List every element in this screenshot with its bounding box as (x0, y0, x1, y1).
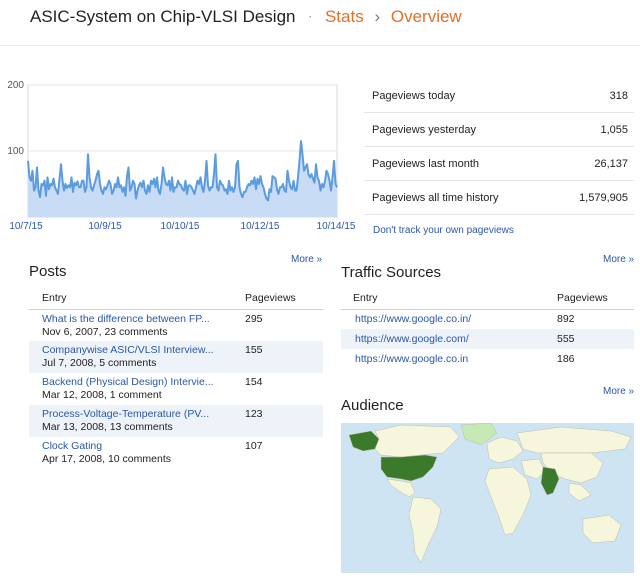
chart-x-tick-label: 10/10/15 (161, 221, 200, 232)
stat-label: Pageviews all time history (372, 191, 499, 204)
traffic-sources-title: Traffic Sources (341, 264, 442, 281)
stat-row-yesterday: Pageviews yesterday 1,055 (364, 113, 634, 147)
chart-x-tick-label: 10/7/15 (9, 221, 43, 232)
map-australia (582, 514, 622, 544)
traffic-sources-table: Entry Pageviews https://www.google.co.in… (341, 291, 634, 369)
traffic-pageviews: 555 (555, 329, 634, 349)
traffic-pageviews: 892 (557, 313, 575, 326)
breadcrumb: ASIC-System on Chip-VLSI Design · Stats … (30, 7, 462, 27)
post-meta: Mar 12, 2008, 1 comment (42, 389, 162, 401)
table-row: Backend (Physical Design) Intervie... Mar… (29, 373, 323, 405)
post-meta: Jul 7, 2008, 5 comments (42, 357, 157, 369)
table-row: What is the difference between FP... Nov … (29, 309, 323, 341)
post-pageviews: 154 (245, 376, 263, 388)
stat-value: 1,055 (600, 123, 628, 136)
traffic-source-link[interactable]: https://www.google.co.in/ (355, 313, 471, 325)
table-row: Process-Voltage-Temperature (PV... Mar 13… (29, 405, 323, 437)
map-usa (380, 454, 438, 482)
post-pageviews: 123 (241, 405, 323, 437)
post-title-link[interactable]: What is the difference between FP... (42, 313, 240, 325)
audience-world-map[interactable] (341, 423, 634, 573)
audience-title: Audience (341, 397, 404, 414)
map-alaska (348, 430, 380, 452)
map-africa (484, 466, 532, 536)
table-row: Clock Gating Apr 17, 2008, 10 comments 10… (29, 437, 323, 469)
breadcrumb-separator: · (308, 9, 313, 23)
map-middle-east (520, 458, 546, 480)
post-meta: Apr 17, 2008, 10 comments (42, 453, 171, 465)
posts-col-pageviews: Pageviews (241, 291, 323, 310)
table-row: https://www.google.co.in 186 (341, 349, 634, 369)
chart-y-tick-label: 100 (7, 146, 24, 157)
stats-summary: Pageviews today 318 Pageviews yesterday … (364, 79, 634, 215)
breadcrumb-stats[interactable]: Stats (325, 7, 364, 26)
world-map-svg (348, 423, 632, 564)
traffic-header-row: Entry Pageviews (341, 291, 634, 310)
chart-x-tick-label: 10/14/15 (317, 221, 356, 232)
posts-table: Entry Pageviews What is the difference b… (29, 291, 323, 469)
breadcrumb-overview: Overview (390, 7, 462, 26)
post-pageviews: 107 (245, 440, 263, 452)
table-row: https://www.google.com/ 555 (341, 329, 634, 349)
map-canada (374, 424, 460, 458)
table-row: Companywise ASIC/VLSI Interview... Jul 7,… (29, 341, 323, 373)
chart-y-tick-label: 200 (7, 80, 24, 91)
map-central-america (386, 478, 416, 498)
stat-label: Pageviews last month (372, 157, 479, 170)
post-title-link[interactable]: Process-Voltage-Temperature (PV... (42, 408, 240, 420)
stat-label: Pageviews today (372, 89, 456, 102)
stat-row-all-time: Pageviews all time history 1,579,905 (364, 181, 634, 215)
pageviews-chart-svg: 200 100 10/7/15 10/9/15 10/10/15 10/12/15 10/1… (7, 80, 356, 232)
pageviews-chart: 200 100 10/7/15 10/9/15 10/10/15 10/12/15 10/1… (0, 72, 360, 237)
posts-title: Posts (29, 263, 67, 280)
stat-label: Pageviews yesterday (372, 123, 476, 136)
traffic-source-link[interactable]: https://www.google.co.in (355, 353, 468, 365)
audience-more-link[interactable]: More » (603, 386, 634, 397)
dont-track-link[interactable]: Don't track your own pageviews (373, 225, 514, 236)
posts-header-row: Entry Pageviews (29, 291, 323, 310)
posts-more-link[interactable]: More » (291, 254, 322, 265)
posts-col-entry: Entry (29, 291, 241, 310)
post-title-link[interactable]: Companywise ASIC/VLSI Interview... (42, 344, 240, 356)
post-pageviews: 295 (245, 312, 263, 325)
post-title-link[interactable]: Backend (Physical Design) Intervie... (42, 376, 240, 388)
post-meta: Nov 6, 2007, 23 comments (42, 325, 168, 338)
table-row: https://www.google.co.in/ 892 (341, 309, 634, 329)
traffic-pageviews: 186 (557, 353, 575, 365)
stat-value: 318 (609, 89, 628, 102)
stat-value: 26,137 (594, 157, 628, 170)
traffic-more-link[interactable]: More » (603, 254, 634, 265)
stat-value: 1,579,905 (579, 191, 628, 204)
page-header: ASIC-System on Chip-VLSI Design · Stats … (0, 0, 640, 46)
map-south-america (408, 496, 442, 564)
post-pageviews: 155 (241, 341, 323, 373)
chart-x-tick-label: 10/12/15 (241, 221, 280, 232)
stat-row-last-month: Pageviews last month 26,137 (364, 147, 634, 181)
traffic-col-pageviews: Pageviews (555, 291, 634, 310)
traffic-col-entry: Entry (341, 291, 555, 310)
breadcrumb-arrow: › (374, 7, 381, 26)
blog-title[interactable]: ASIC-System on Chip-VLSI Design (30, 7, 296, 26)
map-europe (486, 436, 524, 464)
map-russia (516, 426, 632, 454)
post-title-link[interactable]: Clock Gating (42, 440, 240, 452)
map-se-asia (568, 482, 592, 502)
traffic-source-link[interactable]: https://www.google.com/ (355, 333, 469, 345)
chart-x-tick-label: 10/9/15 (88, 221, 122, 232)
stat-row-today: Pageviews today 318 (364, 79, 634, 113)
post-meta: Mar 13, 2008, 13 comments (42, 421, 173, 433)
